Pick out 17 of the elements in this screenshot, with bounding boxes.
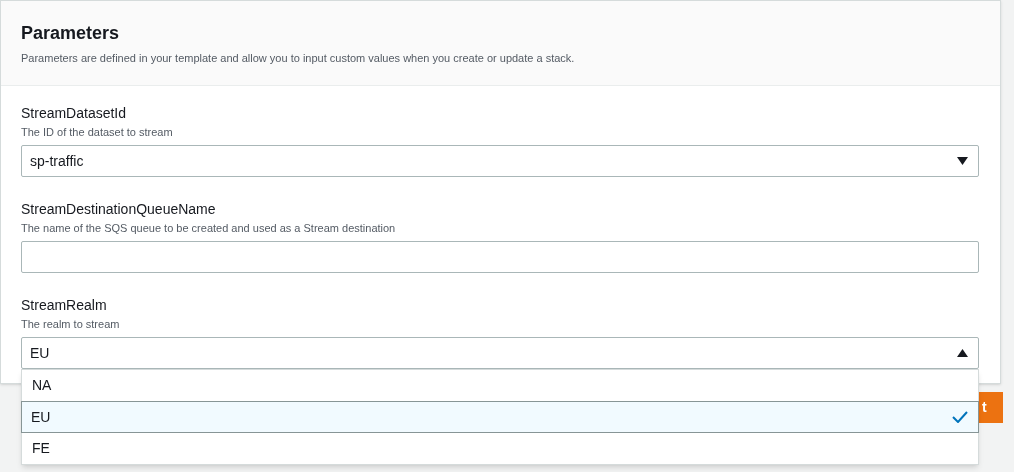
- checkmark-icon: [952, 411, 968, 423]
- select-dropdown[interactable]: sp-traffic: [21, 145, 979, 177]
- field-hint: The ID of the dataset to stream: [21, 125, 174, 140]
- field-label: StreamDestinationQueueName: [21, 200, 217, 219]
- field-label: StreamDatasetId: [21, 104, 128, 123]
- dropdown-option[interactable]: FE: [22, 433, 978, 464]
- text-input-field[interactable]: [21, 241, 979, 273]
- field-hint: The realm to stream: [21, 317, 121, 332]
- field-label: StreamRealm: [21, 296, 108, 315]
- field-hint: The name of the SQS queue to be created and used as a Stream destination: [21, 221, 397, 236]
- caret-up-icon: [957, 349, 968, 357]
- panel-title: Parameters: [21, 22, 121, 45]
- panel-description: Parameters are defined in your template and allow you to input custom values when you create or update a stack.: [21, 51, 576, 66]
- select-dropdown[interactable]: EU: [21, 337, 979, 369]
- dropdown-option[interactable]: EU: [21, 401, 979, 433]
- dropdown-option[interactable]: NA: [22, 370, 978, 401]
- caret-down-icon: [957, 157, 968, 165]
